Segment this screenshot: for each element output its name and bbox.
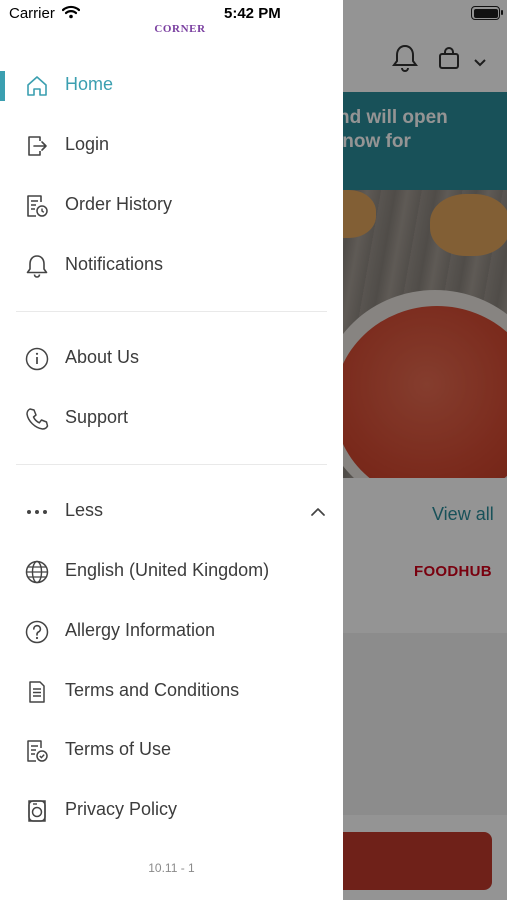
menu-label-order-history: Order History (65, 194, 173, 214)
menu-label-allergy-information: Allergy Information (65, 620, 216, 640)
menu-item-order-history[interactable]: Order History (0, 179, 343, 231)
menu-item-support[interactable]: Support (0, 392, 343, 444)
divider (16, 464, 327, 465)
phone-icon (24, 406, 50, 432)
menu-label-terms-and-conditions: Terms and Conditions (65, 680, 240, 700)
order-history-icon (24, 193, 50, 219)
app-version: 10.11 - 1 (148, 861, 195, 875)
less-toggle[interactable]: Less (0, 485, 343, 537)
chevron-up-icon (308, 502, 328, 522)
status-bar: Carrier 5:42 PM (0, 0, 507, 28)
menu-item-notifications[interactable]: Notifications (0, 239, 343, 291)
document-icon (24, 679, 50, 705)
active-indicator (0, 71, 5, 101)
menu-label-home: Home (65, 74, 114, 94)
divider (16, 311, 327, 312)
menu-item-privacy-policy[interactable]: Privacy Policy (0, 784, 343, 836)
menu-item-language[interactable]: English (United Kingdom) (0, 545, 343, 597)
battery-icon (471, 6, 503, 20)
login-icon (24, 133, 50, 159)
home-icon (24, 73, 50, 99)
privacy-icon (24, 798, 50, 824)
less-toggle-label: Less (65, 500, 104, 520)
menu-item-terms-and-conditions[interactable]: Terms and Conditions (0, 665, 343, 717)
menu-item-about-us[interactable]: About Us (0, 332, 343, 384)
globe-icon (24, 559, 50, 585)
wifi-icon (61, 5, 81, 24)
menu-label-login: Login (65, 134, 110, 154)
menu-label-terms-of-use: Terms of Use (65, 739, 172, 759)
menu-label-privacy-policy: Privacy Policy (65, 799, 178, 819)
document-check-icon (24, 738, 50, 764)
question-icon (24, 619, 50, 645)
status-time: 5:42 PM (224, 5, 281, 22)
navigation-drawer: CORNER Home Login Order History Notifica… (0, 0, 343, 900)
menu-item-allergy-information[interactable]: Allergy Information (0, 605, 343, 657)
menu-label-about-us: About Us (65, 347, 140, 367)
menu-item-login[interactable]: Login (0, 119, 343, 171)
menu-item-terms-of-use[interactable]: Terms of Use (0, 724, 343, 776)
info-icon (24, 346, 50, 372)
menu-item-home[interactable]: Home (0, 59, 343, 111)
carrier-label: Carrier (9, 5, 55, 22)
more-dots-icon (24, 499, 50, 525)
menu-label-language: English (United Kingdom) (65, 560, 270, 580)
menu-label-support: Support (65, 407, 129, 427)
menu-label-notifications: Notifications (65, 254, 164, 274)
bell-icon (24, 253, 50, 279)
